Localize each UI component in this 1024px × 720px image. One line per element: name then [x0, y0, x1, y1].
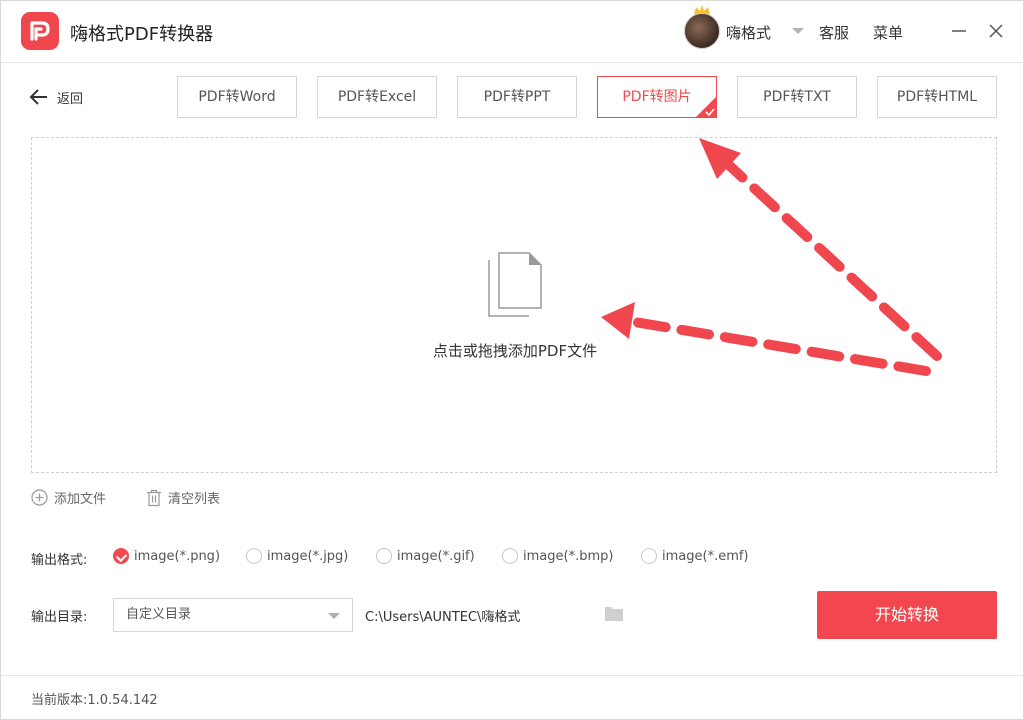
menu-link[interactable]: 菜单: [873, 22, 903, 43]
trash-icon: [147, 489, 161, 506]
back-label: 返回: [57, 91, 84, 107]
user-dropdown-caret-icon[interactable]: [792, 28, 804, 34]
chevron-down-icon: [328, 613, 340, 619]
add-file-label: 添加文件: [54, 492, 107, 507]
radio-unchecked-icon: [641, 548, 657, 564]
radio-unchecked-icon: [376, 548, 392, 564]
tab-pdf-to-word[interactable]: PDF转Word: [177, 76, 297, 118]
format-option-label: image(*.gif): [397, 548, 475, 564]
format-radio-gif[interactable]: image(*.gif): [376, 548, 475, 564]
tab-pdf-to-html[interactable]: PDF转HTML: [877, 76, 997, 118]
tab-pdf-to-image[interactable]: PDF转图片: [597, 76, 717, 118]
version-text: 当前版本:1.0.54.142: [31, 693, 158, 708]
format-option-label: image(*.bmp): [523, 548, 614, 564]
radio-unchecked-icon: [502, 548, 518, 564]
customer-service-link[interactable]: 客服: [819, 22, 849, 43]
format-radio-emf[interactable]: image(*.emf): [641, 548, 749, 564]
tab-pdf-to-txt[interactable]: PDF转TXT: [737, 76, 857, 118]
close-icon[interactable]: [986, 21, 1006, 41]
app-title: 嗨格式PDF转换器: [70, 24, 214, 45]
tab-pdf-to-excel[interactable]: PDF转Excel: [317, 76, 437, 118]
app-window: 嗨格式PDF转换器 嗨格式 客服 菜单 返回 PDF转Word PDF转Exce…: [0, 0, 1024, 720]
radio-unchecked-icon: [246, 548, 262, 564]
format-radio-bmp[interactable]: image(*.bmp): [502, 548, 613, 564]
output-dir-label: 输出目录:: [31, 610, 88, 625]
clear-list-label: 清空列表: [168, 492, 221, 507]
format-option-label: image(*.png): [134, 548, 221, 564]
format-radio-jpg[interactable]: image(*.jpg): [246, 548, 348, 564]
format-option-label: image(*.jpg): [267, 548, 349, 564]
radio-checked-icon: [113, 548, 129, 564]
add-file-button[interactable]: 添加文件: [31, 488, 106, 507]
back-arrow-icon: [29, 89, 47, 105]
folder-icon[interactable]: [604, 605, 624, 622]
avatar[interactable]: [684, 13, 720, 49]
output-dir-select[interactable]: 自定义目录: [113, 598, 353, 632]
tab-pdf-to-ppt[interactable]: PDF转PPT: [457, 76, 577, 118]
selected-check-icon: [695, 96, 717, 118]
format-radio-png[interactable]: image(*.png): [113, 548, 220, 564]
back-button[interactable]: 返回: [29, 85, 83, 109]
output-dir-selected: 自定义目录: [126, 607, 192, 622]
app-logo-icon: [21, 12, 59, 50]
file-drop-zone[interactable]: 点击或拖拽添加PDF文件: [31, 137, 997, 473]
output-format-label: 输出格式:: [31, 553, 88, 568]
clear-list-button[interactable]: 清空列表: [146, 488, 220, 507]
title-bar: 嗨格式PDF转换器 嗨格式 客服 菜单: [1, 1, 1024, 63]
tab-pdf-to-image-label: PDF转图片: [622, 89, 692, 105]
user-name[interactable]: 嗨格式: [726, 22, 771, 43]
minimize-icon[interactable]: [949, 21, 969, 41]
start-convert-button[interactable]: 开始转换: [817, 591, 997, 639]
format-option-label: image(*.emf): [662, 548, 749, 564]
footer-bar: 当前版本:1.0.54.142: [1, 675, 1023, 720]
output-dir-path: C:\Users\AUNTEC\嗨格式: [365, 610, 521, 625]
plus-circle-icon: [31, 489, 48, 506]
document-icon: [488, 252, 542, 317]
drop-zone-text: 点击或拖拽添加PDF文件: [432, 342, 598, 360]
